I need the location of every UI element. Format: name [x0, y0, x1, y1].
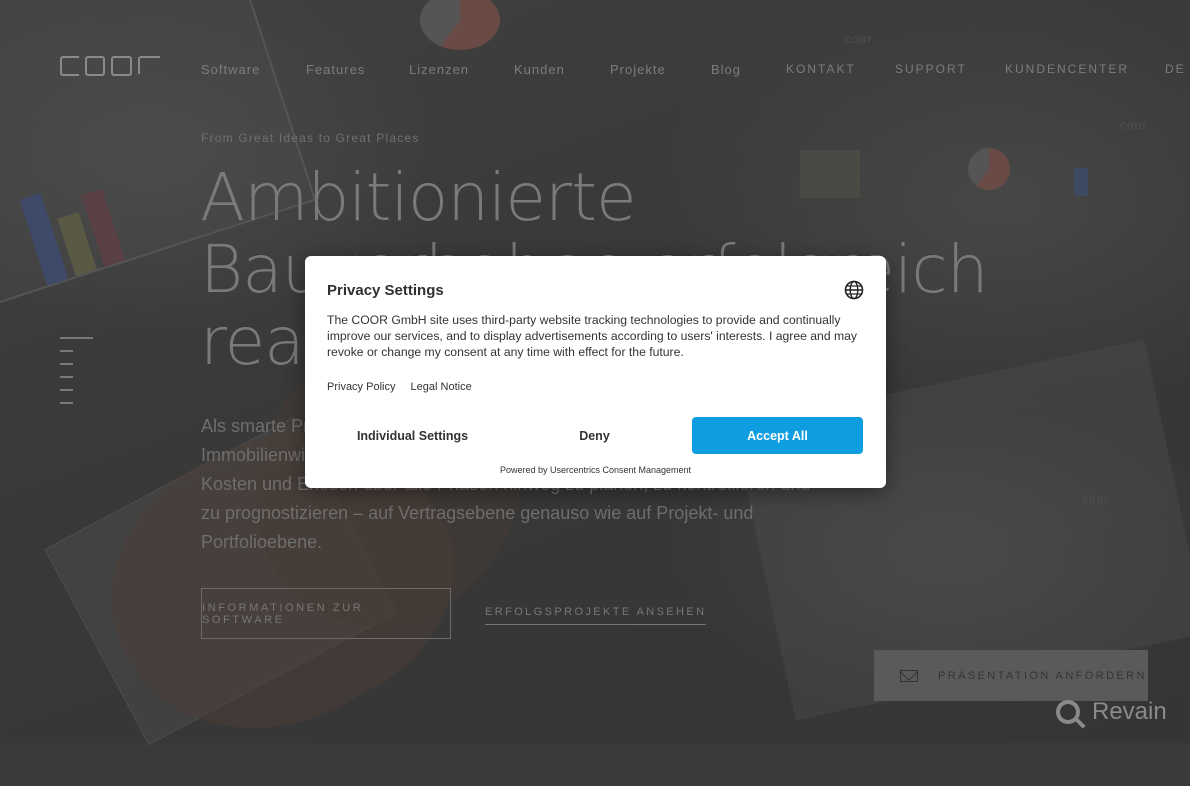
slide-indicator[interactable] [60, 337, 93, 415]
deco-bar [1074, 168, 1088, 196]
dialog-title: Privacy Settings [327, 282, 444, 299]
deco-logo: coor [1082, 492, 1110, 506]
coor-logo[interactable] [60, 56, 160, 80]
hero-description-line: zu prognostizieren – auf Vertragsebene g… [201, 503, 754, 523]
hero-subtitle: From Great Ideas to Great Places [201, 131, 420, 145]
deco-bar [19, 193, 69, 286]
nav-support[interactable]: SUPPORT [895, 62, 967, 76]
powered-by-label: Powered by Usercentrics Consent Manageme… [499, 465, 692, 475]
language-globe-icon[interactable] [844, 280, 864, 300]
legal-links: Privacy Policy Legal Notice [327, 381, 484, 393]
slide-dot[interactable] [60, 376, 73, 378]
nav-lizenzen[interactable]: Lizenzen [409, 62, 469, 77]
main-navigation: Software Features Lizenzen Kunden Projek… [0, 0, 1190, 140]
slide-dot[interactable] [60, 389, 73, 391]
individual-settings-button[interactable]: Individual Settings [327, 417, 498, 454]
request-presentation-button[interactable]: PRÄSENTATION ANFORDERN [874, 650, 1148, 701]
consent-description: The COOR GmbH site uses third-party webs… [327, 313, 858, 359]
privacy-settings-dialog: Privacy Settings The COOR GmbH site uses… [305, 256, 886, 488]
hero-title-line: Ambitionierte [200, 159, 637, 236]
accept-all-button[interactable]: Accept All [692, 417, 863, 454]
logo-letter [111, 56, 132, 76]
revain-logo-icon [1056, 700, 1080, 724]
logo-letter [137, 56, 160, 74]
nav-blog[interactable]: Blog [711, 62, 741, 77]
hero-description-line: Portfolioebene. [201, 532, 323, 552]
slide-dot[interactable] [60, 350, 73, 352]
revain-label: Revain [1092, 698, 1167, 725]
deny-button[interactable]: Deny [509, 417, 680, 454]
slide-dot-active[interactable] [60, 337, 93, 339]
privacy-policy-link[interactable]: Privacy Policy [327, 381, 395, 393]
nav-kundencenter[interactable]: KUNDENCENTER [1005, 62, 1129, 76]
logo-letter [60, 56, 79, 76]
request-presentation-label: PRÄSENTATION ANFORDERN [938, 669, 1147, 682]
nav-kontakt[interactable]: KONTAKT [786, 62, 856, 76]
nav-software[interactable]: Software [201, 62, 260, 77]
slide-dot[interactable] [60, 363, 73, 365]
nav-kunden[interactable]: Kunden [514, 62, 565, 77]
nav-projekte[interactable]: Projekte [610, 62, 666, 77]
revain-watermark: Revain [1056, 698, 1167, 726]
slide-dot[interactable] [60, 402, 73, 404]
mail-icon [900, 669, 918, 682]
logo-letter [84, 56, 106, 76]
software-info-button[interactable]: INFORMATIONEN ZUR SOFTWARE [201, 588, 451, 639]
nav-language[interactable]: DE [1165, 62, 1186, 76]
nav-features[interactable]: Features [306, 62, 365, 77]
success-projects-link[interactable]: ERFOLGSPROJEKTE ANSEHEN [485, 606, 707, 625]
legal-notice-link[interactable]: Legal Notice [411, 381, 472, 393]
